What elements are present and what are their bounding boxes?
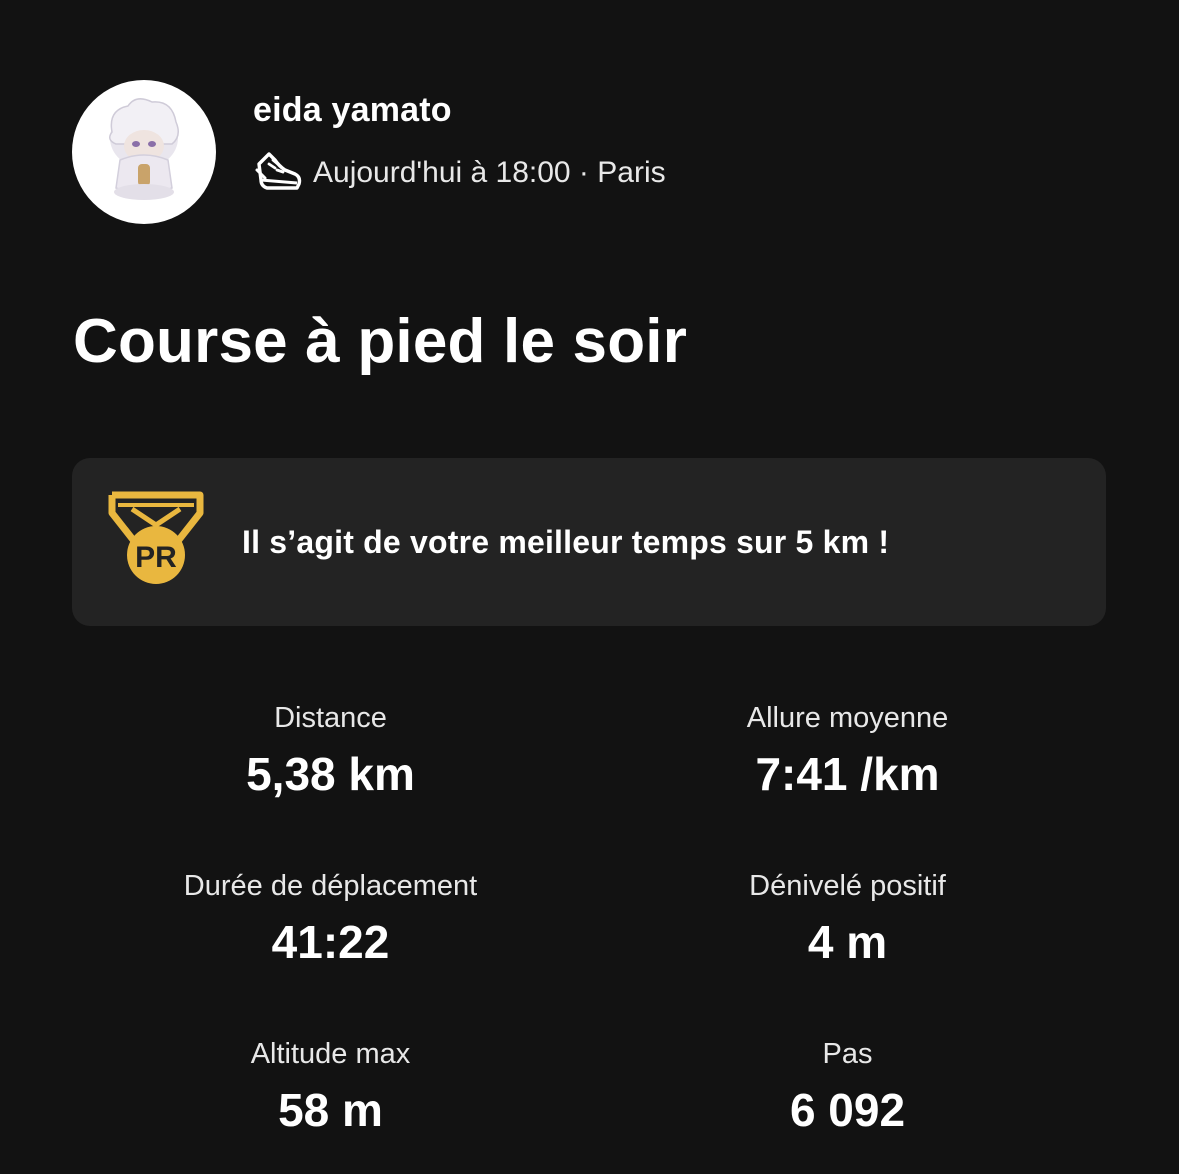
- stat-average-pace: Allure moyenne 7:41 /km: [589, 700, 1106, 802]
- running-shoe-icon: [255, 152, 302, 190]
- stat-label: Allure moyenne: [746, 702, 949, 734]
- stat-elevation-gain: Dénivelé positif 4 m: [589, 868, 1106, 970]
- stat-label: Pas: [822, 1038, 873, 1070]
- avatar[interactable]: [72, 80, 216, 224]
- stat-value: 6 092: [789, 1084, 906, 1136]
- stat-label: Distance: [274, 702, 387, 734]
- user-info: eida yamato Aujourd'hui à 18:00 · Paris: [253, 90, 666, 196]
- user-name[interactable]: eida yamato: [253, 90, 666, 130]
- activity-meta: Aujourd'hui à 18:00 · Paris: [253, 150, 666, 196]
- stat-label: Dénivelé positif: [749, 870, 946, 902]
- pr-banner-text: Il s’agit de votre meilleur temps sur 5 …: [242, 523, 890, 560]
- stat-label: Altitude max: [250, 1038, 411, 1070]
- activity-meta-text: Aujourd'hui à 18:00 · Paris: [313, 156, 666, 189]
- stat-value: 58 m: [278, 1084, 383, 1136]
- stat-moving-time: Durée de déplacement 41:22: [72, 868, 589, 970]
- pr-banner[interactable]: PR Il s’agit de votre meilleur temps sur…: [72, 458, 1106, 626]
- avatar-image: [109, 98, 179, 200]
- stat-value: 7:41 /km: [755, 748, 940, 800]
- pr-medal-icon: PR: [108, 491, 204, 584]
- stat-distance: Distance 5,38 km: [72, 700, 589, 802]
- stat-value: 5,38 km: [246, 748, 415, 800]
- stat-value: 41:22: [271, 916, 390, 968]
- activity-header: eida yamato Aujourd'hui à 18:00 · Paris: [72, 80, 666, 224]
- stat-max-altitude: Altitude max 58 m: [72, 1036, 589, 1138]
- activity-title[interactable]: Course à pied le soir: [73, 306, 687, 378]
- stat-steps: Pas 6 092: [589, 1036, 1106, 1138]
- stat-value: 4 m: [807, 916, 888, 968]
- pr-badge-text: PR: [135, 541, 177, 574]
- stat-label: Durée de déplacement: [183, 870, 478, 902]
